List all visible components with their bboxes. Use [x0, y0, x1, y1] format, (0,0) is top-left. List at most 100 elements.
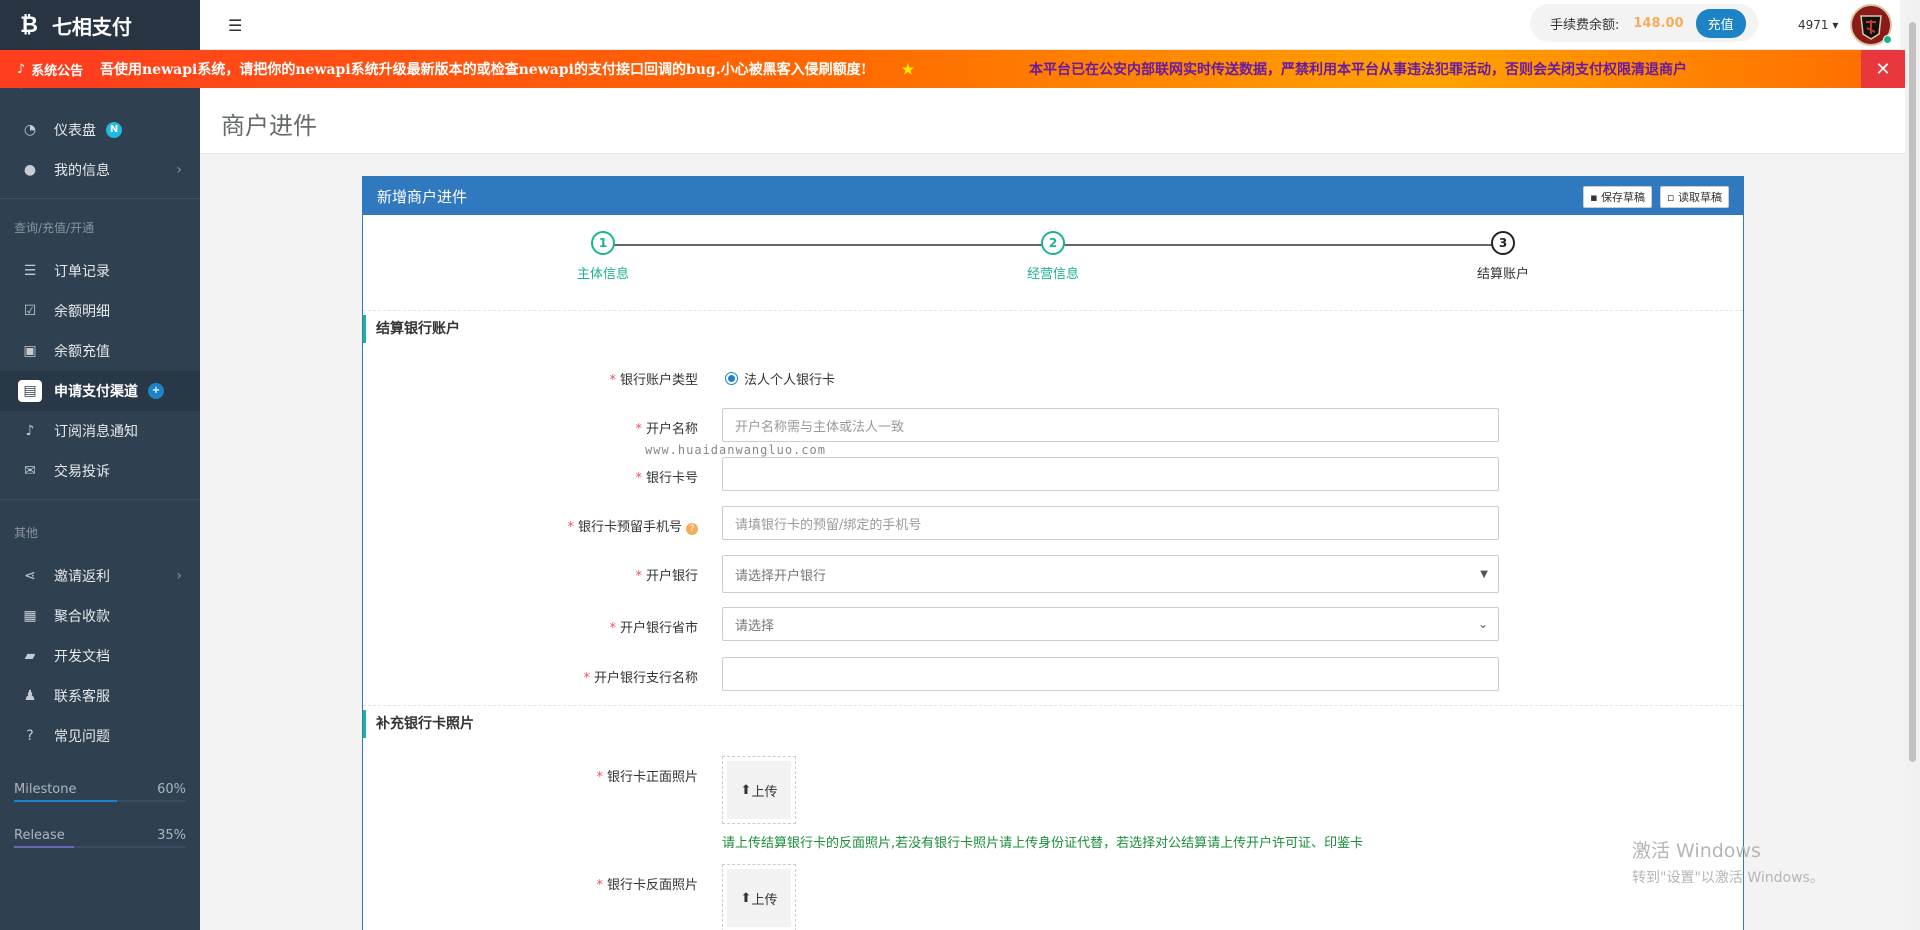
bitcoin-icon: ₿ — [20, 13, 38, 38]
scroll-thumb[interactable] — [1909, 22, 1916, 762]
sidebar-item-balance-detail[interactable]: ☑ 余额明细 — [0, 291, 200, 331]
help-icon[interactable]: ? — [686, 523, 698, 535]
progress-fill — [14, 800, 118, 802]
star-icon: ★ — [901, 62, 915, 78]
book-icon: ▰ — [24, 648, 36, 664]
radio-checked-icon — [725, 372, 738, 385]
sidebar-item-label: 联系客服 — [54, 689, 110, 705]
watermark: www.huaidanwangluo.com — [645, 443, 826, 457]
progress-block: Milestone 60% Release 35% — [0, 778, 200, 848]
windows-activation-notice: 激活 Windows 转到"设置"以激活 Windows。 — [1632, 840, 1824, 886]
front-photo-upload[interactable]: ⬆ 上传 — [722, 756, 796, 824]
card-header: 新增商户进件 ▪ 保存草稿 ▫ 读取草稿 — [363, 177, 1743, 215]
province-select[interactable]: 请选择 ⌄ — [722, 607, 1499, 641]
phone-input[interactable]: 请填银行卡的预留/绑定的手机号 — [722, 506, 1499, 540]
section-title-photos: 补充银行卡照片 — [363, 710, 1743, 738]
upload-icon: ⬆ — [740, 782, 752, 798]
sidebar-item-label: 申请支付渠道 — [54, 384, 138, 400]
field-label: * 开户名称 — [635, 422, 698, 437]
recharge-button[interactable]: 充值 — [1695, 8, 1746, 38]
sidebar-item-label: 开发文档 — [54, 649, 110, 665]
brand-name: 七相支付 — [51, 14, 132, 39]
menu-toggle-icon[interactable]: ☰ — [228, 16, 242, 35]
upload-button[interactable]: ⬆ 上传 — [727, 869, 791, 927]
brand[interactable]: ₿ 七相支付 — [0, 0, 200, 50]
announcement-message: 吾使用newapi系统，请把你的newapi系统升级最新版本的或检查newapi… — [100, 62, 867, 78]
form-row-branch: * 开户银行支行名称 — [363, 653, 1743, 705]
form-row-card-number: * 银行卡号 — [363, 453, 1743, 502]
bank-select[interactable]: 请选择开户银行 ▼ — [722, 555, 1499, 593]
sidebar-item-recharge[interactable]: ▣ 余额充值 — [0, 331, 200, 371]
nav-section-title: 其他 — [14, 526, 39, 540]
new-badge: N — [106, 122, 122, 138]
sidebar-item-orders[interactable]: ☰ 订单记录 — [0, 251, 200, 291]
sidebar-item-label: 订阅消息通知 — [54, 424, 138, 440]
money-icon: ▣ — [23, 343, 37, 359]
step-3[interactable]: 3 结算账户 — [1443, 231, 1563, 282]
upload-button[interactable]: ⬆ 上传 — [727, 761, 791, 819]
announcement-marquee: 吾使用newapi系统，请把你的newapi系统升级最新版本的或检查newapi… — [100, 59, 1861, 79]
chevron-down-icon: ⌄ — [1477, 617, 1488, 631]
card-number-input[interactable] — [722, 457, 1499, 491]
page-scrollbar[interactable] — [1905, 0, 1920, 930]
field-label: * 银行卡正面照片 — [596, 770, 698, 785]
share-icon: ⋖ — [24, 568, 36, 584]
form-row-bank: * 开户银行 请选择开户银行 ▼ — [363, 551, 1743, 603]
account-name-input[interactable]: 开户名称需与主体或法人一致 — [722, 408, 1499, 442]
step-1[interactable]: 1 主体信息 — [543, 231, 663, 282]
support-icon: ♟ — [23, 688, 37, 704]
save-icon: ▪ — [1590, 191, 1598, 204]
divider — [0, 499, 200, 500]
sidebar-item-complaints[interactable]: ✉ 交易投诉 — [0, 451, 200, 491]
sidebar-item-label: 邀请返利 — [54, 569, 110, 585]
progress-bar — [14, 846, 186, 848]
form-row-account-name: * 开户名称 开户名称需与主体或法人一致 — [363, 404, 1743, 453]
sidebar-item-label: 交易投诉 — [54, 464, 110, 480]
chevron-right-icon: › — [176, 162, 182, 178]
sidebar-item-my-info[interactable]: ● 我的信息 › — [0, 150, 200, 190]
step-connector — [603, 244, 1053, 246]
load-draft-button[interactable]: ▫ 读取草稿 — [1660, 186, 1729, 208]
clipboard-icon: ▤ — [18, 380, 42, 402]
merchant-form-card: 新增商户进件 ▪ 保存草稿 ▫ 读取草稿 1 主体信息 2 经营信息 3 结算账… — [362, 176, 1744, 930]
form-row-back-photo: * 银行卡反面照片 ⬆ 上传 — [363, 860, 1743, 930]
form-row-phone: * 银行卡预留手机号? 请填银行卡的预留/绑定的手机号 — [363, 502, 1743, 551]
sidebar-item-faq[interactable]: ? 常见问题 — [0, 716, 200, 756]
sidebar-item-support[interactable]: ♟ 联系客服 — [0, 676, 200, 716]
progress-bar — [14, 800, 186, 802]
top-bar: ☰ 手续费余额: 148.00 充值 4971 ▾ — [200, 0, 1900, 50]
sidebar-item-label: 我的信息 — [54, 163, 110, 179]
qrcode-icon: ▦ — [23, 608, 37, 624]
sidebar-item-aggregate[interactable]: ▦ 聚合收款 — [0, 596, 200, 636]
user-menu[interactable]: 4971 ▾ — [1798, 18, 1838, 32]
step-connector — [1053, 244, 1503, 246]
back-photo-upload[interactable]: ⬆ 上传 — [722, 864, 796, 930]
sidebar-item-label: 聚合收款 — [54, 609, 110, 625]
sidebar-item-docs[interactable]: ▰ 开发文档 — [0, 636, 200, 676]
question-icon: ? — [26, 728, 34, 744]
announcement-title-text: 系统公告 — [31, 63, 84, 79]
save-draft-button[interactable]: ▪ 保存草稿 — [1583, 186, 1653, 208]
field-label: * 开户银行省市 — [609, 621, 698, 636]
sidebar-item-invite[interactable]: ⋖ 邀请返利 › — [0, 556, 200, 596]
plus-badge: + — [148, 383, 164, 399]
sidebar-item-label: 余额充值 — [54, 344, 110, 360]
file-icon: ▫ — [1667, 191, 1675, 204]
sidebar-item-label: 常见问题 — [54, 729, 110, 745]
balance-label: 手续费余额: — [1550, 17, 1620, 33]
form-row-province: * 开户银行省市 请选择 ⌄ — [363, 603, 1743, 653]
field-label: * 银行卡号 — [635, 471, 698, 486]
sidebar-item-subscribe[interactable]: ♪ 订阅消息通知 — [0, 411, 200, 451]
branch-input[interactable] — [722, 657, 1499, 691]
upload-hint: 请上传结算银行卡的反面照片,若没有银行卡照片请上传身份证代替，若选择对公结算请上… — [722, 836, 1364, 851]
sidebar-item-dashboard[interactable]: ◔ 仪表盘 N — [0, 110, 200, 150]
progress-fill — [14, 846, 75, 848]
sidebar-item-apply-channel[interactable]: ▤ 申请支付渠道 + — [0, 371, 200, 411]
close-icon[interactable]: ✕ — [1861, 50, 1905, 88]
account-type-radio[interactable]: 法人个人银行卡 — [725, 369, 835, 388]
progress-value: 60% — [157, 781, 186, 797]
step-label: 经营信息 — [1026, 267, 1079, 282]
balance-value: 148.00 — [1633, 15, 1684, 31]
step-number: 1 — [591, 231, 615, 255]
step-2[interactable]: 2 经营信息 — [993, 231, 1113, 282]
